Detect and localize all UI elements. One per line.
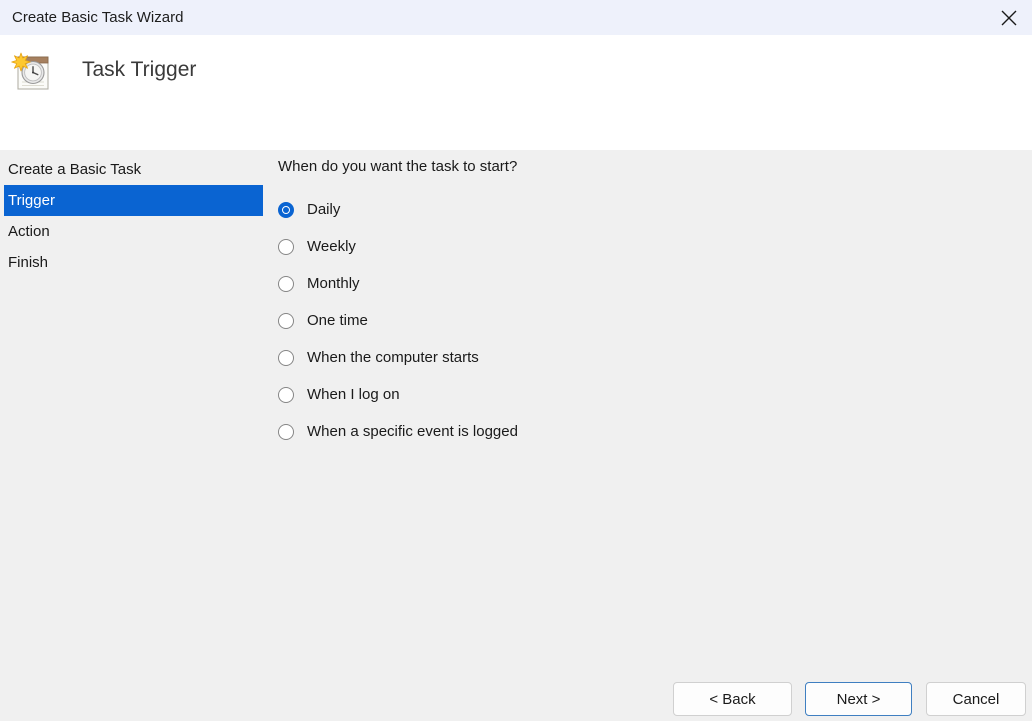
- radio-option-label: Daily: [307, 201, 341, 218]
- sidebar-item-trigger[interactable]: Trigger: [4, 185, 263, 216]
- sidebar-item-label: Create a Basic Task: [8, 161, 142, 178]
- radio-option-weekly[interactable]: Weekly: [278, 228, 978, 265]
- wizard-header: Task Trigger: [0, 35, 1032, 150]
- radio-icon: [278, 386, 294, 403]
- close-icon[interactable]: [986, 0, 1032, 35]
- radio-option-daily[interactable]: Daily: [278, 191, 978, 228]
- radio-option-when-the-computer-starts[interactable]: When the computer starts: [278, 339, 978, 376]
- wizard-body: Create a Basic Task Trigger Action Finis…: [0, 150, 1032, 721]
- radio-option-label: When the computer starts: [307, 349, 479, 366]
- task-scheduler-clock-calendar-icon: [9, 48, 57, 96]
- radio-icon: [278, 238, 294, 255]
- radio-option-one-time[interactable]: One time: [278, 302, 978, 339]
- question-label: When do you want the task to start?: [278, 158, 518, 175]
- sidebar-item-finish[interactable]: Finish: [0, 247, 264, 278]
- radio-option-label: When I log on: [307, 386, 400, 403]
- radio-option-label: Monthly: [307, 275, 360, 292]
- radio-icon: [278, 312, 294, 329]
- radio-option-when-i-log-on[interactable]: When I log on: [278, 376, 978, 413]
- wizard-step-list: Create a Basic Task Trigger Action Finis…: [0, 154, 264, 278]
- sidebar-item-label: Trigger: [8, 192, 55, 209]
- radio-option-label: Weekly: [307, 238, 356, 255]
- window-title-bar: Create Basic Task Wizard: [0, 0, 1032, 35]
- radio-option-label: One time: [307, 312, 368, 329]
- sidebar-item-label: Action: [8, 223, 50, 240]
- radio-option-label: When a specific event is logged: [307, 423, 518, 440]
- radio-option-when-a-specific-event-is-logged[interactable]: When a specific event is logged: [278, 413, 978, 450]
- sidebar-item-action[interactable]: Action: [0, 216, 264, 247]
- next-button[interactable]: Next >: [805, 682, 912, 716]
- radio-icon: [278, 201, 294, 218]
- wizard-button-bar: < Back Next > Cancel: [0, 682, 1032, 721]
- cancel-button[interactable]: Cancel: [926, 682, 1026, 716]
- page-title: Task Trigger: [82, 58, 197, 81]
- sidebar-item-create-a-basic-task[interactable]: Create a Basic Task: [0, 154, 264, 185]
- radio-icon: [278, 275, 294, 292]
- radio-option-monthly[interactable]: Monthly: [278, 265, 978, 302]
- window-title: Create Basic Task Wizard: [12, 9, 184, 26]
- back-button[interactable]: < Back: [673, 682, 792, 716]
- radio-icon: [278, 423, 294, 440]
- radio-icon: [278, 349, 294, 366]
- trigger-options-pane: When do you want the task to start? Dail…: [278, 158, 978, 450]
- sidebar-item-label: Finish: [8, 254, 49, 271]
